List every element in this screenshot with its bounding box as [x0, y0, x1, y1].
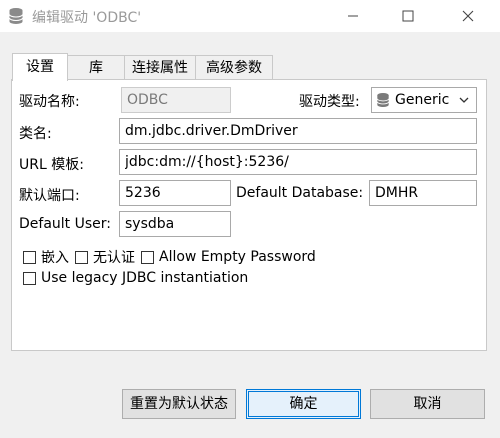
no-auth-label: 无认证 — [93, 250, 135, 266]
embedded-option[interactable]: 嵌入 — [23, 247, 69, 267]
driver-type-select[interactable]: Generic — [371, 87, 477, 113]
close-button[interactable] — [445, 0, 491, 32]
tab-settings[interactable]: 设置 — [12, 53, 68, 81]
embedded-label: 嵌入 — [41, 250, 69, 266]
chevron-down-icon — [459, 97, 469, 103]
default-database-field[interactable] — [369, 180, 477, 206]
allow-empty-password-checkbox[interactable] — [141, 250, 154, 264]
no-auth-checkbox[interactable] — [75, 250, 88, 264]
maximize-button[interactable] — [385, 0, 431, 32]
cancel-button[interactable]: 取消 — [370, 389, 485, 419]
class-name-field[interactable] — [119, 118, 477, 144]
driver-name-label: 驱动名称: — [19, 94, 80, 110]
maximize-icon — [402, 10, 414, 22]
title-bar: 编辑驱动 'ODBC' — [0, 0, 500, 32]
window-title: 编辑驱动 'ODBC' — [32, 10, 142, 26]
tab-advanced-parameters[interactable]: 高级参数 — [195, 55, 273, 80]
close-icon — [462, 10, 474, 22]
url-template-label: URL 模板: — [19, 157, 84, 173]
default-user-label: Default User: — [19, 216, 111, 232]
minimize-icon — [348, 15, 358, 17]
reset-defaults-button[interactable]: 重置为默认状态 — [122, 389, 236, 419]
class-name-label: 类名: — [19, 126, 52, 142]
default-port-field[interactable] — [119, 180, 231, 206]
database-icon — [9, 8, 23, 24]
allow-empty-password-option[interactable]: Allow Empty Password — [141, 249, 316, 265]
ok-button[interactable]: 确定 — [246, 389, 361, 419]
driver-name-field — [121, 87, 231, 113]
tab-connection-properties[interactable]: 连接属性 — [124, 55, 196, 80]
options-row: 嵌入 无认证 Allow Empty Password — [23, 247, 322, 267]
legacy-jdbc-checkbox[interactable] — [23, 271, 36, 285]
driver-type-label: 驱动类型: — [299, 94, 360, 110]
default-user-field[interactable] — [119, 211, 231, 237]
embedded-checkbox[interactable] — [23, 250, 36, 264]
default-port-label: 默认端口: — [19, 188, 80, 204]
legacy-option-row: Use legacy JDBC instantiation — [23, 270, 254, 286]
legacy-jdbc-label: Use legacy JDBC instantiation — [41, 270, 249, 286]
minimize-button[interactable] — [330, 0, 376, 32]
database-icon — [376, 93, 390, 107]
no-auth-option[interactable]: 无认证 — [75, 247, 135, 267]
legacy-jdbc-option[interactable]: Use legacy JDBC instantiation — [23, 270, 248, 286]
allow-empty-password-label: Allow Empty Password — [159, 249, 316, 265]
default-database-label: Default Database: — [236, 185, 364, 201]
driver-type-value: Generic — [395, 92, 450, 108]
tab-library[interactable]: 库 — [67, 55, 125, 80]
url-template-field[interactable] — [119, 149, 477, 175]
